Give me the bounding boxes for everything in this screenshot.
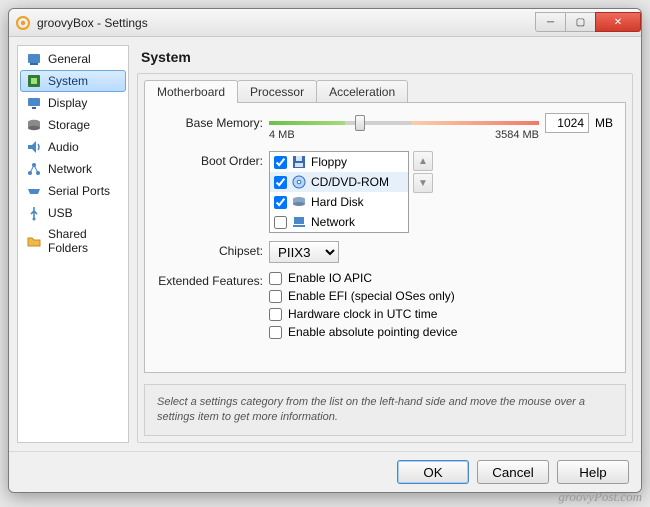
sidebar-item-label: General [48, 52, 91, 66]
boot-item-label: Network [311, 215, 355, 229]
help-button[interactable]: Help [557, 460, 629, 484]
disc-icon [291, 174, 307, 190]
storage-icon [26, 117, 42, 133]
folder-icon [26, 233, 42, 249]
extended-features-label: Extended Features: [157, 271, 269, 288]
titlebar[interactable]: groovyBox - Settings ─ ▢ ✕ [9, 9, 641, 37]
memory-unit: MB [595, 116, 613, 130]
checkbox-abs-pointer[interactable] [269, 326, 282, 339]
cancel-button[interactable]: Cancel [477, 460, 549, 484]
boot-check-harddisk[interactable] [274, 196, 287, 209]
sidebar-item-audio[interactable]: Audio [20, 136, 126, 158]
dialog-buttons: OK Cancel Help [9, 451, 641, 492]
window-buttons: ─ ▢ ✕ [535, 13, 641, 32]
boot-item-network[interactable]: Network [270, 212, 408, 232]
minimize-button[interactable]: ─ [535, 12, 565, 32]
close-button[interactable]: ✕ [595, 12, 641, 32]
ext-label: Hardware clock in UTC time [288, 307, 437, 321]
sidebar-item-general[interactable]: General [20, 48, 126, 70]
boot-item-label: Floppy [311, 155, 347, 169]
maximize-button[interactable]: ▢ [565, 12, 595, 32]
boot-move-up-button[interactable]: ▲ [413, 151, 433, 171]
usb-icon [26, 205, 42, 221]
boot-item-harddisk[interactable]: Hard Disk [270, 192, 408, 212]
general-icon [26, 51, 42, 67]
page-title: System [137, 45, 633, 73]
sidebar-item-label: System [48, 74, 88, 88]
tabs: Motherboard Processor Acceleration [138, 74, 632, 103]
sidebar-item-label: Serial Ports [48, 184, 110, 198]
sidebar-item-shared[interactable]: Shared Folders [20, 224, 126, 258]
sidebar-item-usb[interactable]: USB [20, 202, 126, 224]
boot-item-floppy[interactable]: Floppy [270, 152, 408, 172]
sidebar-item-label: Shared Folders [48, 227, 120, 255]
boot-check-floppy[interactable] [274, 156, 287, 169]
base-memory-slider[interactable]: 4 MB 3584 MB 1024 MB [269, 113, 589, 143]
sidebar-item-label: Display [48, 96, 87, 110]
sidebar-item-display[interactable]: Display [20, 92, 126, 114]
memory-min-label: 4 MB [269, 129, 295, 141]
checkbox-utc[interactable] [269, 308, 282, 321]
sidebar-item-label: USB [48, 206, 73, 220]
tab-processor[interactable]: Processor [237, 80, 317, 103]
settings-window: groovyBox - Settings ─ ▢ ✕ General Syste… [8, 8, 642, 493]
system-icon [26, 73, 42, 89]
tab-page-motherboard: Base Memory: 4 MB 3584 MB 1024 [144, 102, 626, 373]
slider-thumb[interactable] [355, 115, 365, 131]
serial-icon [26, 183, 42, 199]
tab-acceleration[interactable]: Acceleration [316, 80, 408, 103]
chipset-label: Chipset: [157, 241, 269, 258]
ok-button[interactable]: OK [397, 460, 469, 484]
boot-order-list[interactable]: Floppy CD/DVD-ROM [269, 151, 409, 233]
watermark: groovyPost.com [558, 489, 642, 505]
app-gear-icon [15, 15, 31, 31]
tab-motherboard[interactable]: Motherboard [144, 80, 238, 103]
ext-label: Enable IO APIC [288, 271, 372, 285]
sidebar-item-label: Audio [48, 140, 79, 154]
floppy-icon [291, 154, 307, 170]
sidebar-item-label: Storage [48, 118, 90, 132]
network-boot-icon [291, 214, 307, 230]
settings-panel: Motherboard Processor Acceleration Base … [137, 73, 633, 443]
harddisk-icon [291, 194, 307, 210]
boot-item-label: Hard Disk [311, 195, 364, 209]
boot-move-down-button[interactable]: ▼ [413, 173, 433, 193]
hint-text: Select a settings category from the list… [144, 384, 626, 436]
audio-icon [26, 139, 42, 155]
ext-efi[interactable]: Enable EFI (special OSes only) [269, 289, 613, 303]
base-memory-label: Base Memory: [157, 113, 269, 130]
display-icon [26, 95, 42, 111]
sidebar-item-network[interactable]: Network [20, 158, 126, 180]
boot-order-label: Boot Order: [157, 151, 269, 168]
memory-max-label: 3584 MB [495, 129, 539, 141]
checkbox-efi[interactable] [269, 290, 282, 303]
window-title: groovyBox - Settings [37, 16, 148, 30]
content: System Motherboard Processor Acceleratio… [137, 45, 633, 443]
sidebar-item-storage[interactable]: Storage [20, 114, 126, 136]
boot-check-cddvd[interactable] [274, 176, 287, 189]
checkbox-io-apic[interactable] [269, 272, 282, 285]
sidebar: General System Display Storage Audio Net… [17, 45, 129, 443]
sidebar-item-label: Network [48, 162, 92, 176]
sidebar-item-system[interactable]: System [20, 70, 126, 92]
ext-utc[interactable]: Hardware clock in UTC time [269, 307, 613, 321]
ext-label: Enable EFI (special OSes only) [288, 289, 455, 303]
sidebar-item-serial[interactable]: Serial Ports [20, 180, 126, 202]
chipset-select[interactable]: PIIX3 [269, 241, 339, 263]
memory-value-input[interactable]: 1024 [545, 113, 589, 133]
boot-item-cddvd[interactable]: CD/DVD-ROM [270, 172, 408, 192]
network-icon [26, 161, 42, 177]
ext-io-apic[interactable]: Enable IO APIC [269, 271, 613, 285]
slider-track [269, 121, 539, 125]
boot-check-network[interactable] [274, 216, 287, 229]
boot-item-label: CD/DVD-ROM [311, 175, 389, 189]
ext-label: Enable absolute pointing device [288, 325, 457, 339]
ext-abs-pointer[interactable]: Enable absolute pointing device [269, 325, 613, 339]
